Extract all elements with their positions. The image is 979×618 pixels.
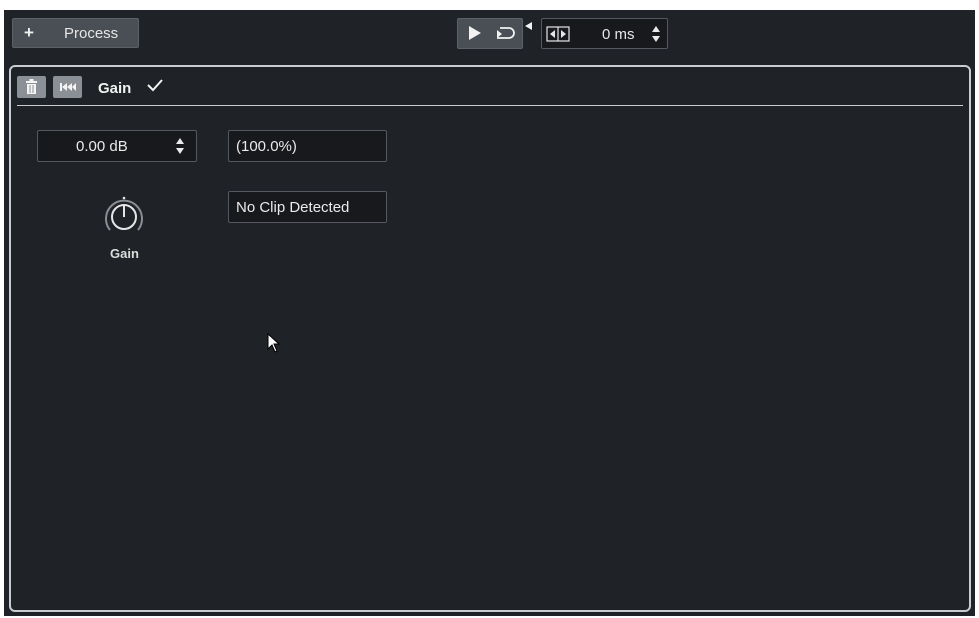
knob-label: Gain — [110, 246, 139, 261]
gain-stepper-icon[interactable] — [175, 137, 185, 160]
clip-status-field: No Clip Detected — [228, 191, 387, 223]
app-window: + Process 0 ms Gain 0.00 dB (100.0%) No … — [4, 10, 975, 616]
preroll-value: 0 ms — [602, 26, 635, 43]
percent-field: (100.0%) — [228, 130, 387, 162]
screenshot-frame: + Process 0 ms Gain 0.00 dB (100.0%) No … — [0, 0, 979, 618]
marker-icon[interactable] — [524, 18, 533, 36]
delete-button[interactable] — [17, 76, 46, 98]
width-icon — [546, 26, 570, 47]
clip-status: No Clip Detected — [236, 199, 350, 216]
mouse-cursor-icon — [267, 332, 281, 358]
gain-value: 0.00 dB — [76, 138, 128, 155]
toolbar: + Process 0 ms — [4, 10, 975, 60]
plus-icon: + — [24, 23, 34, 42]
play-icon[interactable] — [468, 25, 482, 46]
panel-title: Gain — [98, 80, 132, 97]
preview-controls — [457, 18, 523, 49]
check-icon[interactable] — [146, 77, 164, 98]
preroll-field[interactable]: 0 ms — [541, 18, 668, 49]
gain-panel: Gain 0.00 dB (100.0%) No Clip Detected G… — [9, 65, 971, 612]
header-divider — [17, 105, 963, 106]
bypass-button[interactable] — [53, 76, 82, 98]
gain-value-field[interactable]: 0.00 dB — [37, 130, 197, 162]
process-button[interactable]: + Process — [12, 18, 139, 48]
stepper-icon[interactable] — [651, 25, 661, 48]
panel-header: Gain — [11, 67, 969, 106]
loop-icon[interactable] — [494, 25, 516, 46]
percent-value: (100.0%) — [236, 138, 297, 155]
process-label: Process — [64, 25, 119, 42]
gain-knob-icon[interactable] — [99, 192, 149, 247]
